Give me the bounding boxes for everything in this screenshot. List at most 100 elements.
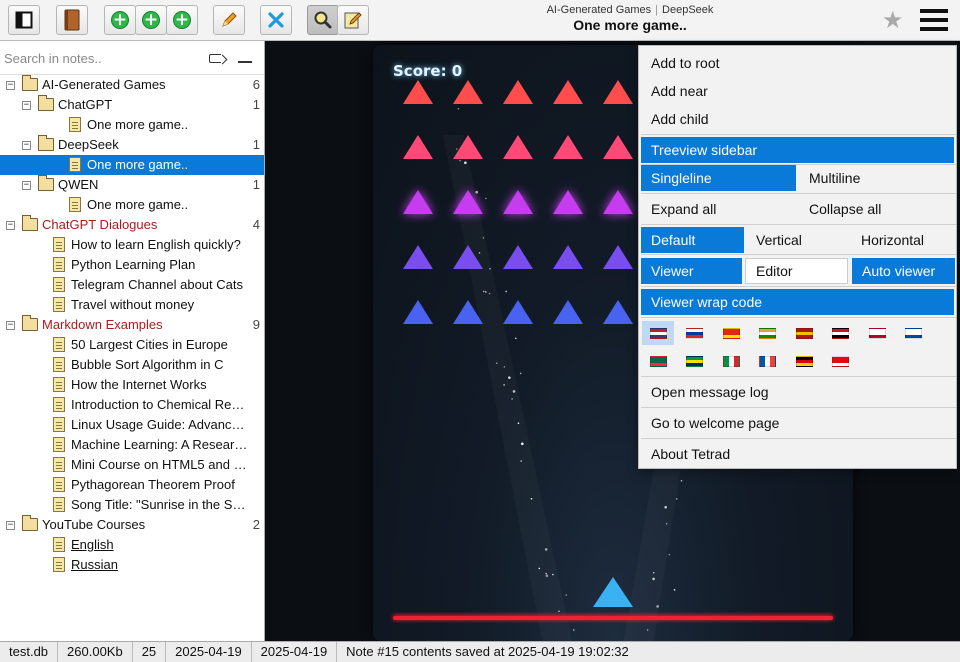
tree-note-row[interactable]: English (0, 535, 264, 555)
tree-folder-row[interactable]: − YouTube Courses 2 (0, 515, 264, 535)
note-icon (53, 297, 65, 312)
tree-note-row[interactable]: Pythagorean Theorem Proof (0, 475, 264, 495)
edit-button[interactable] (213, 5, 245, 35)
enemy-ship (603, 245, 633, 269)
menu-about-tetrad[interactable]: About Tetrad (651, 444, 730, 464)
menu-layout-vertical[interactable]: Vertical (746, 227, 849, 253)
menu-expand-all[interactable]: Expand all (641, 196, 796, 222)
tree-note-row[interactable]: Mini Course on HTML5 and CSS3 (0, 455, 264, 475)
collapse-icon[interactable] (238, 53, 252, 63)
collapse-toggle-icon[interactable]: − (6, 81, 15, 90)
flag-cn-icon[interactable] (715, 321, 747, 345)
tree-note-row[interactable]: How the Internet Works (0, 375, 264, 395)
collapse-toggle-icon[interactable]: − (22, 141, 31, 150)
sidebar-toggle-button[interactable] (8, 5, 40, 35)
menu-add-near[interactable]: Add near (651, 81, 708, 101)
view-mode-button[interactable] (307, 5, 339, 35)
notebook-button[interactable] (56, 5, 88, 35)
menu-singleline[interactable]: Singleline (641, 165, 796, 191)
tree-folder-row[interactable]: − ChatGPT Dialogues 4 (0, 215, 264, 235)
tree-note-row[interactable]: Machine Learning: A Research … (0, 435, 264, 455)
star-particle (675, 498, 678, 500)
tree-folder-row[interactable]: − Markdown Examples 9 (0, 315, 264, 335)
note-icon (53, 417, 65, 432)
tree-note-row[interactable]: 50 Largest Cities in Europe (0, 335, 264, 355)
tree-folder-row[interactable]: − AI-Generated Games 6 (0, 75, 264, 95)
star-particle (552, 573, 554, 576)
star-particle (457, 107, 460, 110)
enemy-ship (503, 245, 533, 269)
menu-treeview-sidebar[interactable]: Treeview sidebar (641, 137, 954, 163)
menu-add-child[interactable]: Add child (651, 109, 709, 129)
flag-br-icon[interactable] (679, 349, 711, 373)
enemy-ship (603, 135, 633, 159)
menu-layout-default[interactable]: Default (641, 227, 744, 253)
flag-es-icon[interactable] (788, 321, 820, 345)
collapse-toggle-icon[interactable]: − (22, 101, 31, 110)
menu-auto-viewer[interactable]: Auto viewer (852, 258, 955, 284)
add-to-root-button[interactable]: + (104, 5, 136, 35)
menu-viewer[interactable]: Viewer (641, 258, 742, 284)
breadcrumb-item[interactable]: AI-Generated Games (547, 4, 652, 16)
star-particle (478, 252, 481, 254)
add-near-button[interactable]: + (135, 5, 167, 35)
star-particle (459, 159, 461, 162)
star-particle (680, 479, 683, 482)
tree-note-row[interactable]: Bubble Sort Algorithm in C (0, 355, 264, 375)
tree-note-row[interactable]: One more game.. (0, 155, 264, 175)
player-ship[interactable] (593, 577, 633, 607)
star-particle (482, 237, 485, 239)
flag-in-icon[interactable] (752, 321, 784, 345)
tree-folder-row[interactable]: − ChatGPT 1 (0, 95, 264, 115)
tree-note-row[interactable]: Russian (0, 555, 264, 575)
tree-note-row[interactable]: Song Title: "Sunrise in the Sky" (0, 495, 264, 515)
tree-folder-row[interactable]: − DeepSeek 1 (0, 135, 264, 155)
tag-icon[interactable] (209, 54, 221, 63)
flag-ru-icon[interactable] (679, 321, 711, 345)
tree-note-row[interactable]: Linux Usage Guide: Advanced T… (0, 415, 264, 435)
star-particle (464, 161, 467, 165)
breadcrumb-item[interactable]: DeepSeek (662, 4, 713, 16)
note-icon (53, 457, 65, 472)
tree-note-row[interactable]: How to learn English quickly? (0, 235, 264, 255)
search-input[interactable] (4, 49, 200, 67)
add-child-button[interactable]: + (166, 5, 198, 35)
flag-bd-icon[interactable] (642, 349, 674, 373)
edit-mode-button[interactable] (337, 5, 369, 35)
menu-collapse-all[interactable]: Collapse all (799, 196, 949, 222)
collapse-toggle-icon[interactable]: − (6, 521, 15, 530)
flag-fr-icon[interactable] (752, 349, 784, 373)
menu-viewer-wrap-code[interactable]: Viewer wrap code (641, 289, 954, 315)
flag-us-icon[interactable] (642, 321, 674, 345)
tree-note-row[interactable]: Telegram Channel about Cats (0, 275, 264, 295)
flag-de-icon[interactable] (788, 349, 820, 373)
star-particle (511, 398, 513, 400)
tree-note-row[interactable]: Travel without money (0, 295, 264, 315)
tree-note-row[interactable]: Introduction to Chemical Reacti… (0, 395, 264, 415)
menu-icon[interactable] (920, 9, 948, 31)
flag-eg-icon[interactable] (825, 321, 857, 345)
tree-note-row[interactable]: One more game.. (0, 115, 264, 135)
menu-multiline[interactable]: Multiline (799, 165, 949, 191)
collapse-toggle-icon[interactable]: − (6, 221, 15, 230)
delete-button[interactable] (260, 5, 292, 35)
tree-note-row[interactable]: Python Learning Plan (0, 255, 264, 275)
flag-swatch (832, 327, 849, 339)
collapse-toggle-icon[interactable]: − (6, 321, 15, 330)
menu-go-to-welcome-page[interactable]: Go to welcome page (651, 413, 779, 433)
add-icon: + (173, 10, 191, 30)
menu-editor[interactable]: Editor (745, 258, 848, 284)
flag-tr-icon[interactable] (825, 349, 857, 373)
menu-layout-horizontal[interactable]: Horizontal (851, 227, 954, 253)
star-icon[interactable]: ★ (882, 6, 904, 34)
menu-open-message-log[interactable]: Open message log (651, 382, 769, 402)
tree-folder-row[interactable]: − QWEN 1 (0, 175, 264, 195)
collapse-toggle-icon[interactable]: − (22, 181, 31, 190)
flag-kr-icon[interactable] (898, 321, 930, 345)
tree-item-label: One more game.. (87, 157, 189, 172)
tree-note-row[interactable]: One more game.. (0, 195, 264, 215)
flag-jp-icon[interactable] (861, 321, 893, 345)
enemy-ship (403, 190, 433, 214)
menu-add-to-root[interactable]: Add to root (651, 53, 720, 73)
flag-it-icon[interactable] (715, 349, 747, 373)
